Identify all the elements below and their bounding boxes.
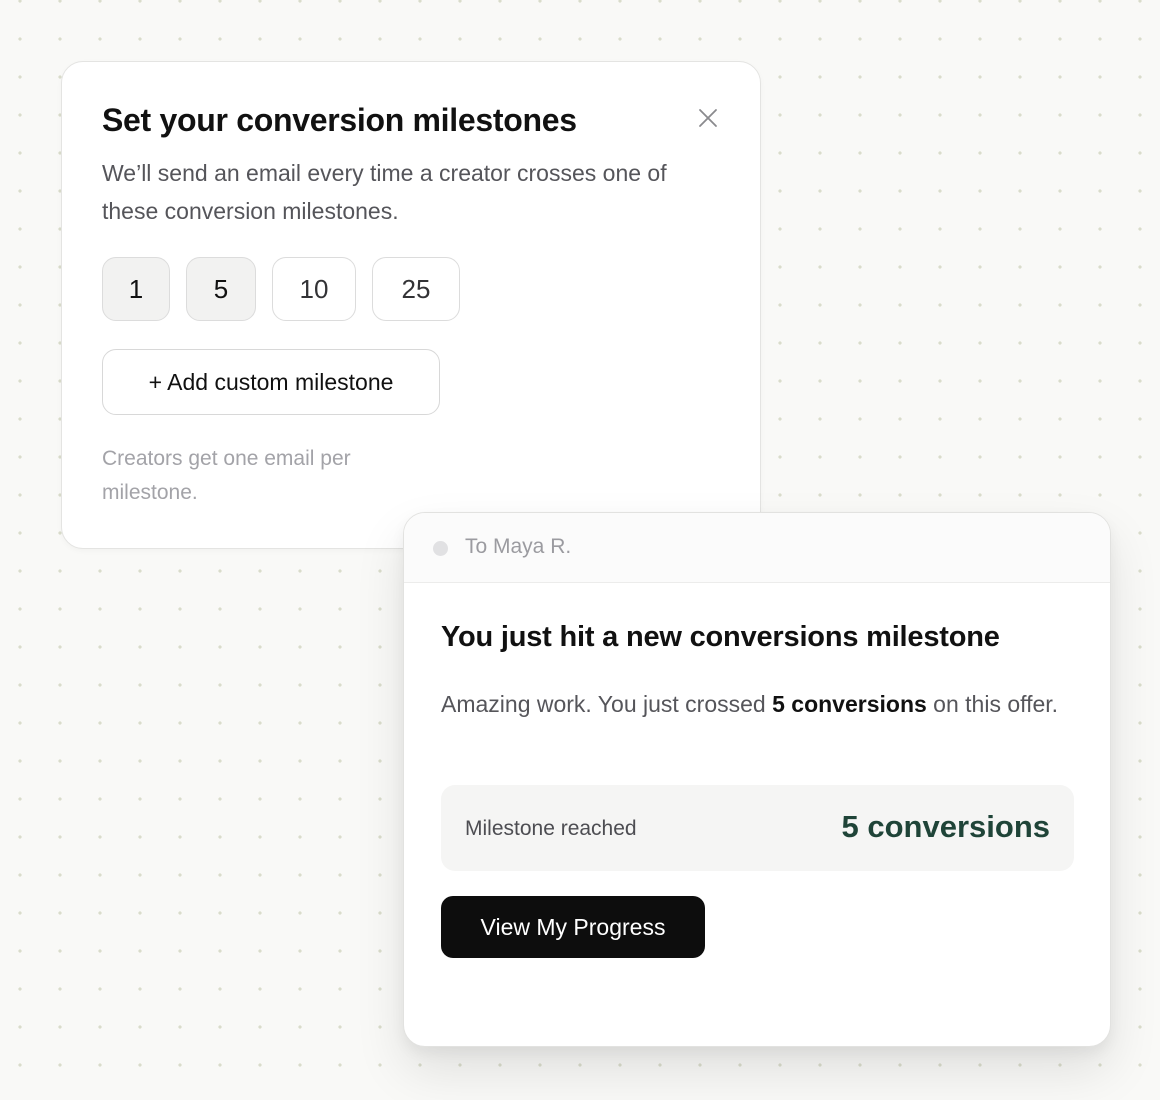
close-button[interactable]	[690, 100, 726, 136]
settings-footnote: Creators get one email per milestone.	[102, 447, 351, 504]
milestone-chip-5[interactable]: 5	[186, 257, 256, 321]
email-recipient: To Maya R.	[465, 535, 572, 558]
status-dot-icon	[433, 541, 448, 556]
milestone-summary: Milestone reached 5 conversions	[441, 785, 1074, 871]
email-body: Amazing work. You just crossed 5 convers…	[441, 685, 1081, 723]
milestone-chip-25[interactable]: 25	[372, 257, 460, 321]
email-body-prefix: Amazing work. You just crossed	[441, 691, 773, 717]
view-progress-button[interactable]: View My Progress	[441, 896, 705, 958]
add-custom-milestone-button[interactable]: + Add custom milestone	[102, 349, 440, 415]
email-preview-card: To Maya R. You just hit a new conversion…	[403, 512, 1111, 1047]
email-body-highlight: 5 conversions	[772, 691, 927, 717]
milestone-chip-1[interactable]: 1	[102, 257, 170, 321]
settings-title: Set your conversion milestones	[102, 102, 577, 138]
milestone-reached-label: Milestone reached	[465, 817, 637, 840]
settings-description: We’ll send an email every time a creator…	[102, 160, 667, 224]
close-icon	[699, 109, 717, 127]
milestone-reached-value: 5 conversions	[841, 809, 1050, 844]
email-title: You just hit a new conversions milestone	[441, 621, 1000, 653]
milestone-settings-card: Set your conversion milestones We’ll sen…	[61, 61, 761, 549]
milestone-chip-10[interactable]: 10	[272, 257, 356, 321]
milestone-chip-group: 1 5 10 25	[102, 257, 460, 321]
email-body-suffix: on this offer.	[926, 691, 1059, 717]
email-header: To Maya R.	[404, 513, 1110, 583]
